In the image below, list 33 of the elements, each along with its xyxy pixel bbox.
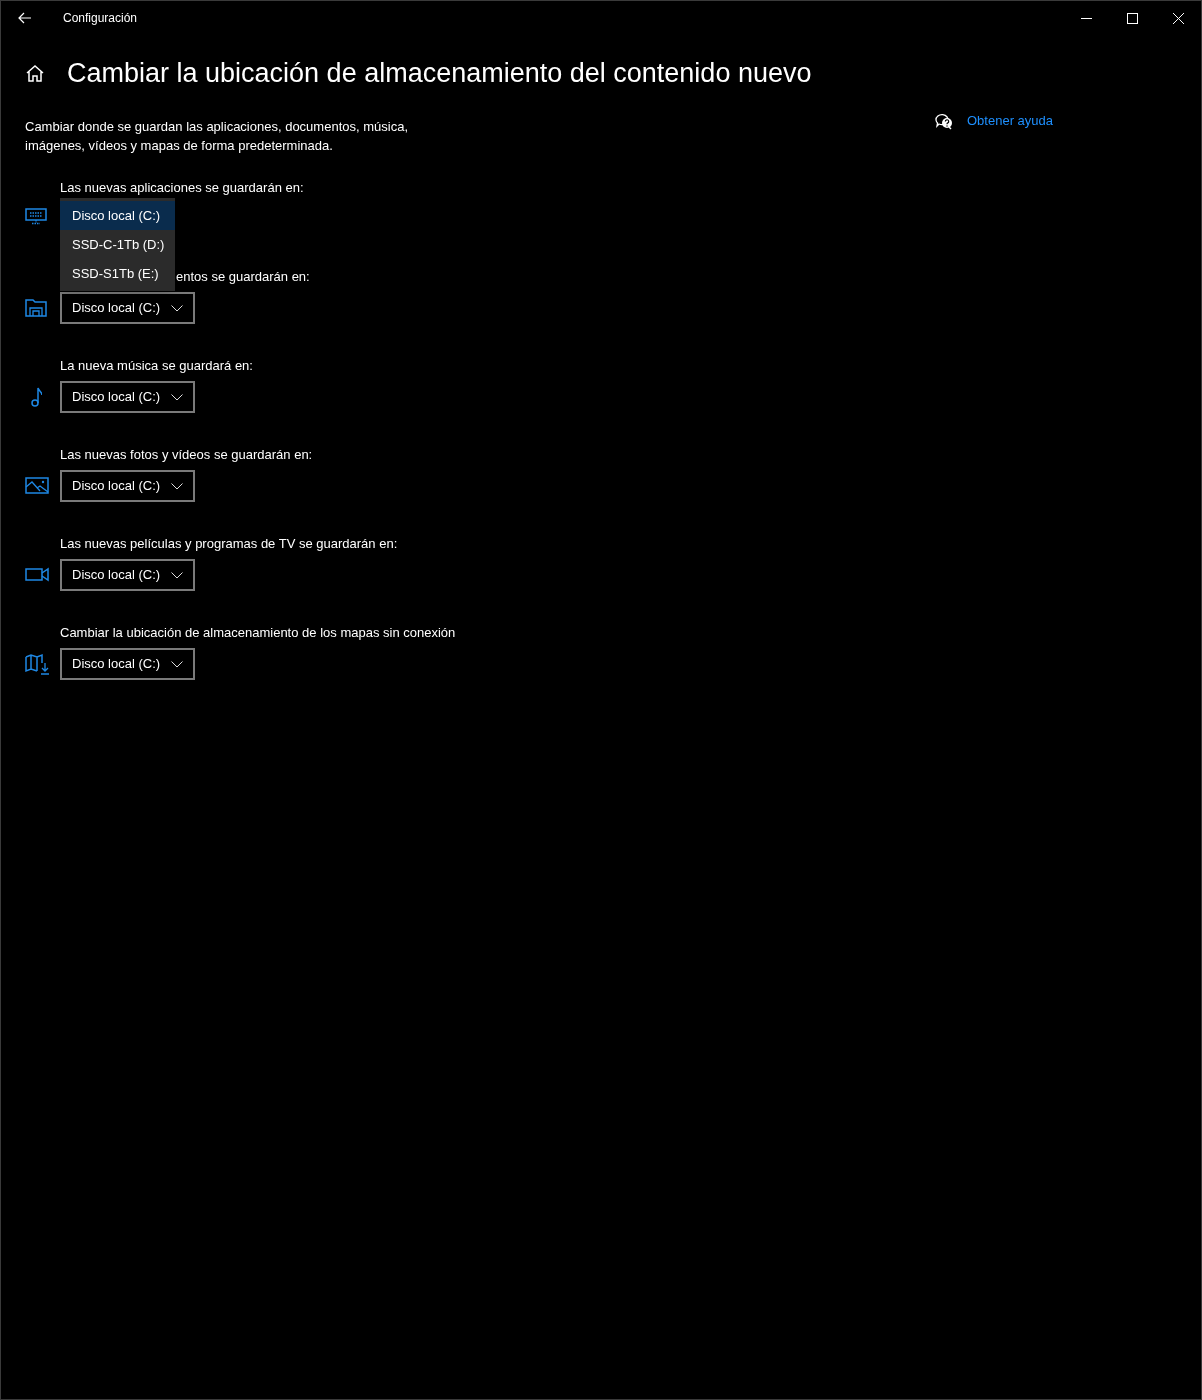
chevron-down-icon — [171, 660, 183, 668]
location-dropdown[interactable]: Disco local (C:) — [60, 292, 195, 324]
help-chat-icon — [935, 112, 953, 130]
home-icon — [25, 63, 45, 83]
back-arrow-icon — [18, 12, 32, 24]
chevron-down-icon — [171, 482, 183, 490]
chevron-down-icon — [171, 571, 183, 579]
setting-label: La nueva música se guardará en: — [60, 358, 253, 373]
dropdown-option[interactable]: SSD-C-1Tb (D:) — [60, 230, 175, 259]
music-note-icon — [31, 387, 42, 407]
location-dropdown[interactable]: Disco local (C:) — [60, 648, 195, 680]
location-dropdown[interactable]: Disco local (C:) — [60, 381, 195, 413]
chevron-down-icon — [171, 304, 183, 312]
chevron-down-icon — [171, 393, 183, 401]
page-title: Cambiar la ubicación de almacenamiento del contenido nuevo — [67, 57, 812, 90]
location-dropdown[interactable]: Disco local (C:) — [60, 559, 195, 591]
dropdown-option[interactable]: Disco local (C:) — [60, 201, 175, 230]
setting-label: Las nuevas fotos y vídeos se guardarán en: — [60, 447, 313, 462]
description-text: Cambiar donde se guardan las aplicaciones, documentos, música, imágenes, vídeos y mapas de forma predeterminada. — [25, 118, 409, 155]
image-icon — [25, 475, 50, 497]
minimize-icon — [1080, 17, 1092, 19]
close-icon — [1172, 12, 1184, 24]
dropdown-option[interactable]: SSD-S1Tb (E:) — [60, 259, 175, 288]
help-link[interactable]: Obtener ayuda — [967, 111, 1053, 131]
location-dropdown[interactable]: Disco local (C:) — [60, 470, 195, 502]
maximize-icon — [1126, 12, 1138, 24]
folder-icon — [25, 297, 50, 319]
window-title: Configuración — [63, 10, 138, 27]
setting-label: Cambiar la ubicación de almacenamiento de los mapas sin conexión — [60, 625, 456, 640]
setting-label: Las nuevas películas y programas de TV se guardarán en: — [60, 536, 398, 551]
setting-label: entos se guardarán en: — [176, 269, 310, 284]
map-download-icon — [25, 653, 50, 675]
setting-label: Las nuevas aplicaciones se guardarán en: — [60, 180, 304, 195]
